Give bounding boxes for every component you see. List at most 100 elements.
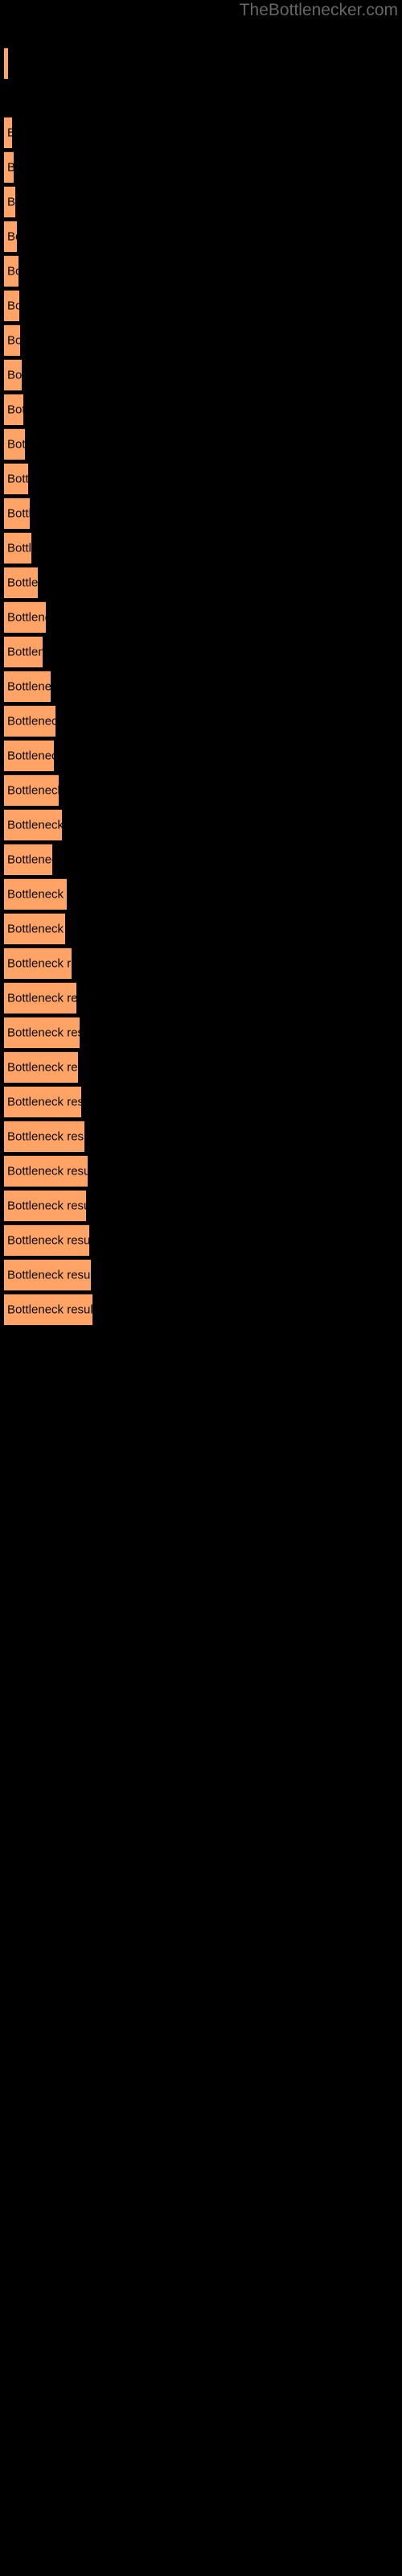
bar: Bottleneck result (4, 1259, 91, 1290)
bar-label: Bottleneck result (7, 852, 52, 867)
bar-row: Bottleneck result (4, 844, 52, 875)
bar-row: Bottleneck result (4, 1190, 86, 1221)
bar-label: Bottleneck result (7, 783, 59, 798)
bar-row: Bottleneck result (4, 740, 54, 771)
bar-label: Bottleneck result (7, 1268, 91, 1282)
bar-row: Bottleneck result (4, 705, 55, 737)
bar: Bottleneck result (4, 463, 28, 494)
bar: Bottleneck result (4, 740, 54, 771)
bar: Bottleneck result (4, 428, 25, 460)
bar-label: Bottleneck result (7, 1095, 81, 1109)
bar-row: Bottleneck result (4, 1121, 84, 1152)
bar-row: Bottleneck result (4, 947, 72, 979)
bar: Bottleneck result (4, 809, 62, 840)
bottleneck-bar-chart: Bottleneck result Bottleneck result Bottle… (0, 0, 402, 2576)
bar: Bottleneck result (4, 913, 65, 944)
bar-label: Bottleneck result (7, 1302, 92, 1317)
bar-row: Bottleneck result (4, 878, 67, 910)
bar: Bottleneck result (4, 151, 14, 183)
bar-label: Bottleneck result (7, 299, 19, 313)
bar-label: Bottleneck result (7, 991, 76, 1005)
bar: Bottleneck result (4, 255, 18, 287)
bar: Bottleneck result (4, 982, 76, 1013)
bar-row: Bottleneck result (4, 255, 18, 287)
bar-label: Bottleneck result (7, 1199, 86, 1213)
bar: Bottleneck result (4, 567, 38, 598)
bar-label: Bottleneck result (7, 1129, 84, 1144)
bar: Bottleneck result (4, 1051, 78, 1083)
bar: Bottleneck result (4, 359, 22, 390)
bar-label: Bottleneck result (7, 333, 20, 348)
bar-row: Bottleneck result (4, 567, 38, 598)
bar-row: Bottleneck result (4, 1224, 89, 1256)
bar-row: Bottleneck result (4, 428, 25, 460)
bar: Bottleneck result (4, 1121, 84, 1152)
bar-label: Bottleneck result (7, 956, 72, 971)
bar: Bottleneck result (4, 1155, 88, 1187)
bar-row: Bottleneck result (4, 497, 30, 529)
bar-row: Bottleneck result (4, 636, 43, 667)
bar: Bottleneck result (4, 394, 23, 425)
bar-label: Bottleneck result (7, 610, 46, 625)
bar-row: Bottleneck result (4, 394, 23, 425)
bar-label: Bottleneck result (7, 749, 54, 763)
bar: Bottleneck result (4, 497, 30, 529)
bar: Bottleneck result (4, 1017, 80, 1048)
bar: Bottleneck result (4, 947, 72, 979)
bar-row: Bottleneck result (4, 463, 28, 494)
bar-label: Bottleneck result (7, 922, 65, 936)
bar-label: Bottleneck result (7, 264, 18, 279)
bar: Bottleneck result (4, 532, 31, 564)
bar-row: Bottleneck result (4, 117, 12, 148)
bar-row: Bottleneck result (4, 774, 59, 806)
bar-row: Bottleneck result (4, 359, 22, 390)
bar-row: Bottleneck result (4, 290, 19, 321)
bar: Bottleneck result (4, 671, 51, 702)
bar-row: Bottleneck result (4, 1017, 80, 1048)
bar-row: Bottleneck result (4, 1155, 88, 1187)
bar-row: Bottleneck result (4, 532, 31, 564)
bar-row: Bottleneck result (4, 601, 46, 633)
bar-row: Bottleneck result (4, 1259, 91, 1290)
bar-label: Bottleneck result (7, 506, 30, 521)
bar: Bottleneck result (4, 117, 12, 148)
bar-row: Bottleneck result (4, 982, 76, 1013)
bar: Bottleneck result (4, 1086, 81, 1117)
bar-label: Bottleneck result (7, 161, 14, 175)
bar: Bottleneck result (4, 636, 43, 667)
bar-row: Bottleneck result (4, 324, 20, 356)
bar-label: Bottleneck result (7, 368, 22, 382)
bar-row: Bottleneck result (4, 913, 65, 944)
bar-row: Bottleneck result (4, 1086, 81, 1117)
bar: Bottleneck result (4, 774, 59, 806)
bar-label: Bottleneck result (7, 818, 62, 832)
bar: Bottleneck result (4, 1190, 86, 1221)
bar: Bottleneck result (4, 705, 55, 737)
bar: Bottleneck result (4, 47, 8, 79)
bar-label: Bottleneck result (7, 714, 55, 729)
bar: Bottleneck result (4, 878, 67, 910)
bar: Bottleneck result (4, 1224, 89, 1256)
bar-label: Bottleneck result (7, 1233, 89, 1248)
bar: Bottleneck result (4, 221, 17, 252)
bar-label: Bottleneck result (7, 229, 17, 244)
bar: Bottleneck result (4, 324, 20, 356)
bar-label: Bottleneck result (7, 195, 15, 209)
bar-label: Bottleneck result (7, 887, 67, 902)
bar-row: Bottleneck result (4, 671, 51, 702)
bar-label: Bottleneck result (7, 1026, 80, 1040)
bar-label: Bottleneck result (7, 402, 23, 417)
bar-label: Bottleneck result (7, 1060, 78, 1075)
bar-row: Bottleneck result (4, 221, 17, 252)
bar-row: Bottleneck result (4, 809, 62, 840)
bar-label: Bottleneck result (7, 472, 28, 486)
bar: Bottleneck result (4, 844, 52, 875)
bar: Bottleneck result (4, 186, 15, 217)
bar-row: Bottleneck result (4, 1051, 78, 1083)
bar-label: Bottleneck result (7, 126, 12, 140)
bar-label: Bottleneck result (7, 57, 8, 71)
bar: Bottleneck result (4, 1294, 92, 1325)
bar-row: Bottleneck result (4, 186, 15, 217)
bar-label: Bottleneck result (7, 576, 38, 590)
bar: Bottleneck result (4, 290, 19, 321)
